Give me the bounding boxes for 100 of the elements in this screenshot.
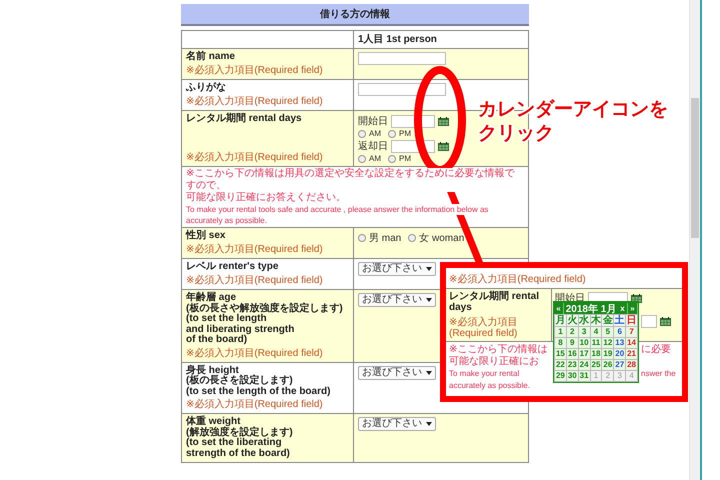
notice-text: nswer the — [641, 368, 677, 380]
caret-icon — [426, 298, 432, 302]
field-label: (to set the liberating — [186, 438, 282, 448]
field-label: レンタル期間 rental days — [449, 291, 540, 313]
calendar-day[interactable]: 12 — [602, 338, 614, 348]
scrollbar[interactable] — [689, 0, 700, 480]
required-note: ※必須入力項目(Required field) — [186, 244, 324, 255]
required-note: ※必須入力項目(Required field) — [186, 275, 324, 286]
notice-text: To make your rental tools safe and accurate , please answer the information below as — [186, 204, 488, 215]
radio-button[interactable] — [358, 130, 366, 138]
text-input[interactable] — [358, 52, 446, 65]
radio-button[interactable] — [358, 234, 366, 242]
calendar-day[interactable]: 1 — [555, 327, 566, 337]
field-label: 性別 sex — [186, 231, 226, 242]
required-note: ※必須入力項目(Required field) — [186, 96, 324, 107]
calendar-day[interactable]: 4 — [626, 371, 637, 381]
calendar-day[interactable]: 31 — [578, 371, 590, 381]
calendar-day[interactable]: 16 — [566, 349, 578, 359]
calendar-day[interactable]: 15 — [555, 349, 566, 359]
calendar-day[interactable]: 5 — [602, 327, 614, 337]
calendar-day[interactable]: 11 — [590, 338, 602, 348]
field-label: strength of the board) — [186, 448, 291, 459]
calendar-day[interactable]: 18 — [590, 349, 602, 359]
select-dropdown[interactable]: お選び下さい — [358, 293, 436, 307]
radio-label: PM — [399, 129, 411, 138]
calendar-day[interactable]: 29 — [555, 371, 566, 381]
calendar-day[interactable]: 7 — [626, 327, 637, 337]
field-label: (to set the length — [186, 314, 268, 324]
section-header: 借りる方の情報 — [181, 4, 529, 26]
radio-label: 女 woman — [419, 232, 464, 245]
calendar-icon[interactable] — [438, 116, 449, 126]
calendar-icon[interactable] — [438, 142, 449, 150]
calendar-day[interactable]: 22 — [555, 360, 566, 370]
calendar-day[interactable]: 21 — [626, 349, 637, 359]
notice-text: ※ここから下の情報は — [449, 344, 548, 356]
field-label: (to set the length of the board) — [186, 386, 332, 397]
weekday-header: 木 — [590, 315, 602, 326]
calendar-day[interactable]: 9 — [566, 338, 578, 348]
calendar-day[interactable]: 4 — [590, 327, 602, 337]
calendar-day[interactable]: 10 — [578, 338, 590, 348]
calendar-day[interactable]: 28 — [626, 360, 637, 370]
select-dropdown[interactable]: お選び下さい — [358, 417, 436, 431]
weekday-header: 月 — [555, 315, 566, 326]
calendar-day[interactable]: 19 — [602, 349, 614, 359]
calendar-day[interactable]: 30 — [566, 371, 578, 381]
field-label: (板の長さや解放強度を設定します) — [186, 304, 344, 314]
calendar-day[interactable]: 13 — [614, 338, 626, 348]
calendar-day[interactable]: 17 — [578, 349, 590, 359]
select-dropdown[interactable]: お選び下さい — [358, 262, 436, 276]
calendar-day[interactable]: 26 — [602, 360, 614, 370]
calendar-day[interactable]: 20 — [614, 349, 626, 359]
radio-label: 男 man — [369, 232, 402, 245]
calendar-day[interactable]: 27 — [614, 360, 626, 370]
calendar-icon[interactable] — [631, 294, 642, 302]
scrollbar-thumb[interactable] — [691, 98, 699, 238]
weekday-header: 土 — [614, 315, 626, 326]
required-note: ※必須入力項目(Required field) — [186, 152, 324, 163]
calendar-icon[interactable] — [660, 317, 671, 326]
date-label: 返却日 — [358, 140, 388, 153]
weekday-header: 火 — [566, 315, 578, 326]
required-note: ※必須入力項目(Required field) — [186, 399, 324, 410]
radio-button[interactable] — [408, 234, 416, 242]
field-label: of the board) — [186, 335, 248, 346]
calendar-day[interactable]: 14 — [626, 338, 637, 348]
radio-label: AM — [369, 154, 381, 163]
notice-text: accurately as possible. — [186, 215, 267, 226]
field-label: 体重 weight — [186, 417, 240, 427]
date-label: 開始日 — [358, 115, 388, 128]
radio-label: PM — [399, 154, 411, 163]
calendar-day[interactable]: 2 — [602, 371, 614, 381]
calendar-day[interactable]: 8 — [555, 338, 566, 348]
field-label: レンタル期間 rental days — [186, 114, 303, 124]
field-label: (解放強度を設定します) — [186, 428, 294, 438]
calendar-day[interactable]: 25 — [590, 360, 602, 370]
radio-button[interactable] — [388, 154, 396, 162]
text-input[interactable] — [358, 83, 446, 96]
weekday-header: 金 — [602, 315, 614, 326]
notice-text: To make your rental — [449, 368, 520, 380]
caret-icon — [426, 370, 432, 374]
calendar-day[interactable]: 6 — [614, 327, 626, 337]
calendar-day[interactable]: 24 — [578, 360, 590, 370]
calendar-day[interactable]: 23 — [566, 360, 578, 370]
radio-button[interactable] — [358, 154, 366, 162]
calendar-title: 2018年 1月 — [564, 302, 616, 315]
select-dropdown[interactable]: お選び下さい — [358, 366, 436, 380]
calendar-day[interactable]: 3 — [614, 371, 626, 381]
callout-text: クリック — [478, 122, 555, 146]
radio-label: AM — [369, 129, 381, 138]
radio-button[interactable] — [388, 130, 396, 138]
calendar-day[interactable]: 1 — [590, 371, 602, 381]
calendar-day[interactable]: 3 — [578, 327, 590, 337]
weekday-header: 日 — [626, 315, 637, 326]
notice-text: に必要 — [641, 344, 672, 356]
field-label: レベル renter's type — [186, 262, 280, 272]
callout-text: カレンダーアイコンを — [478, 98, 668, 122]
weekday-header: 水 — [578, 315, 590, 326]
caret-icon — [426, 422, 432, 426]
calendar-day[interactable]: 2 — [566, 327, 578, 337]
date-input[interactable] — [641, 315, 657, 328]
field-label: 身長 height — [186, 366, 239, 376]
